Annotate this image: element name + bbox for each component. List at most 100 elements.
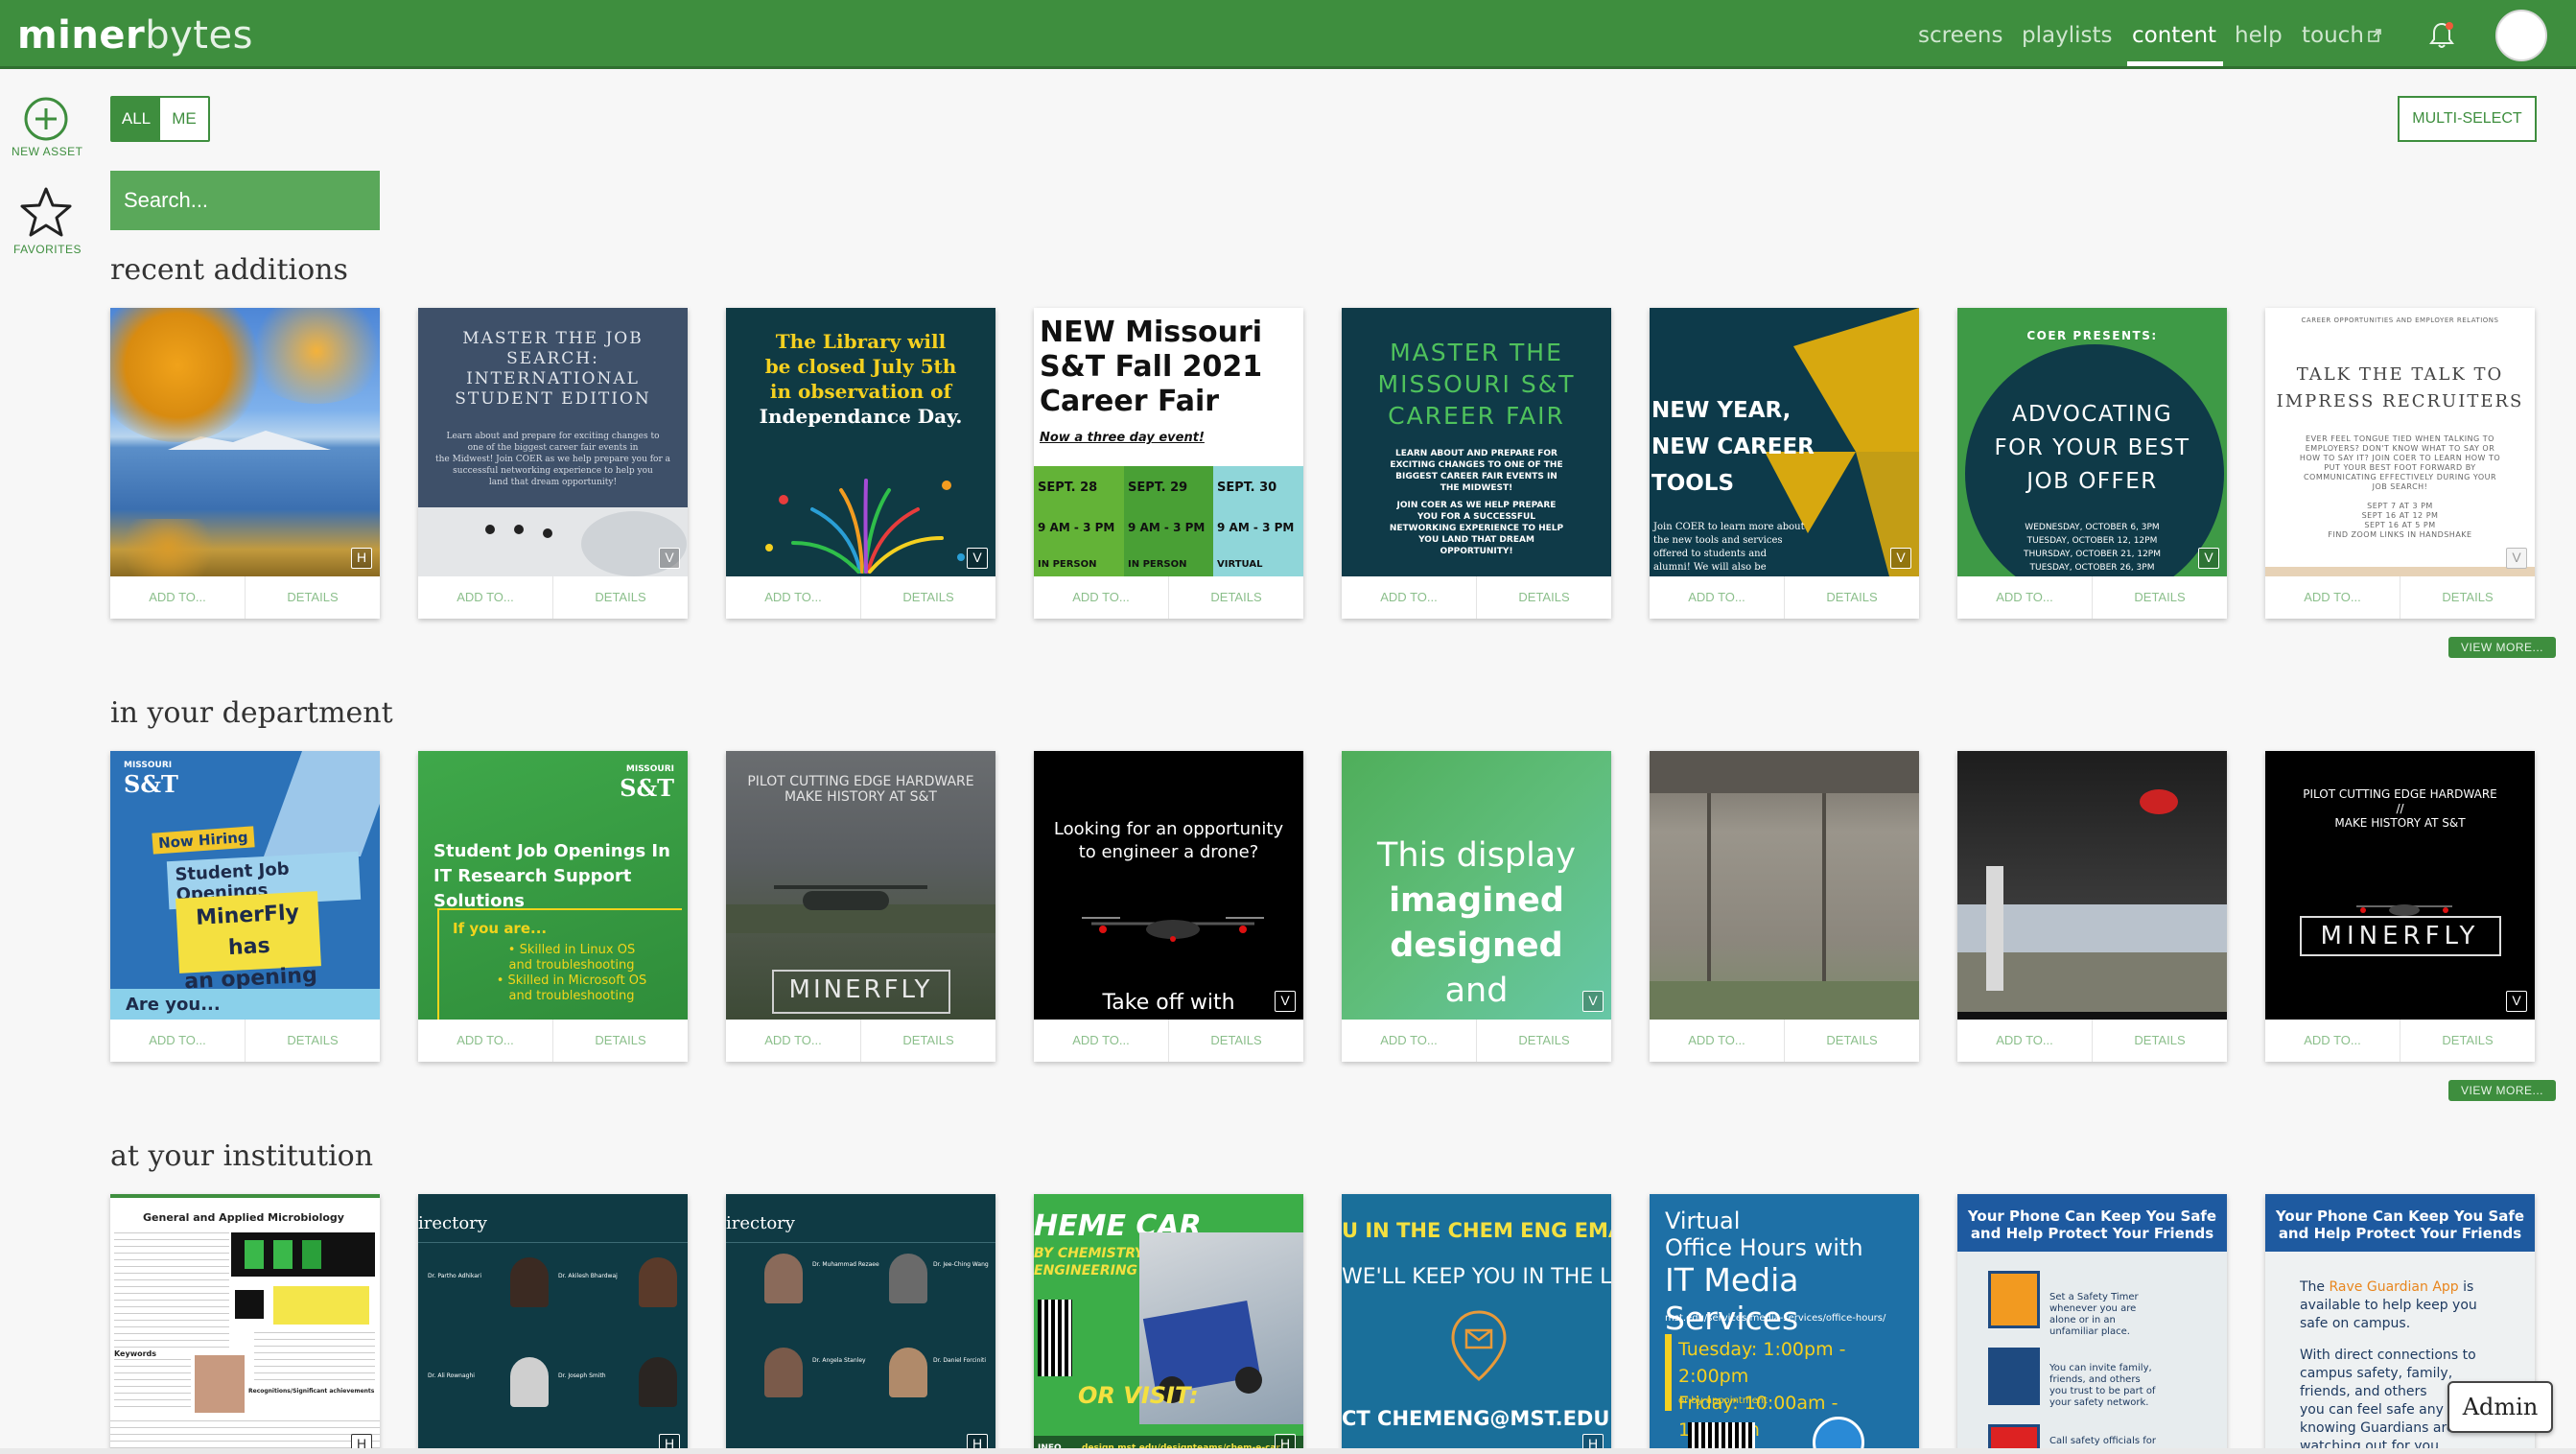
asset-thumbnail[interactable]: H [110, 308, 380, 576]
new-asset-label[interactable]: NEW ASSET [12, 145, 83, 158]
multi-select-button[interactable]: MULTI-SELECT [2398, 96, 2537, 142]
nav-help[interactable]: help [2235, 23, 2283, 48]
asset-card[interactable]: irectory Dr. Muhammad Rezaee Dr. Jee-Chi… [726, 1194, 995, 1454]
asset-thumbnail[interactable]: MASTER THE MISSOURI S&T CAREER FAIR LEAR… [1342, 308, 1611, 576]
user-avatar[interactable] [2495, 10, 2547, 61]
details-button[interactable]: DETAILS [2093, 1020, 2227, 1062]
add-to-button[interactable]: ADD TO... [418, 1020, 553, 1062]
asset-card[interactable]: Virtual Office Hours with IT Media Servi… [1650, 1194, 1919, 1454]
add-to-button[interactable]: ADD TO... [1650, 576, 1785, 619]
asset-card[interactable]: COER PRESENTS: ADVOCATING FOR YOUR BEST … [1957, 308, 2227, 619]
asset-thumbnail[interactable]: MISSOURI S&T Now Hiring Student Job Open… [110, 751, 380, 1020]
details-button[interactable]: DETAILS [861, 1020, 995, 1062]
asset-card[interactable]: H ADD TO... DETAILS [110, 308, 380, 619]
nav-touch[interactable]: touch [2302, 23, 2381, 48]
notification-bell-icon[interactable] [2428, 21, 2455, 50]
details-button[interactable]: DETAILS [2400, 576, 2535, 619]
asset-card[interactable]: MASTER THE MISSOURI S&T CAREER FAIR LEAR… [1342, 308, 1611, 619]
details-button[interactable]: DETAILS [1785, 576, 1919, 619]
app-logo[interactable]: minerbytes [17, 13, 253, 58]
asset-card[interactable]: NEW YEAR, NEW CAREER TOOLS Join COER to … [1650, 308, 1919, 619]
asset-thumbnail[interactable]: CAREER OPPORTUNITIES AND EMPLOYER RELATI… [2265, 308, 2535, 576]
asset-card[interactable]: ADD TO... DETAILS [1650, 751, 1919, 1062]
asset-thumbnail[interactable]: This display imagined designed and V [1342, 751, 1611, 1020]
details-button[interactable]: DETAILS [553, 576, 688, 619]
asset-thumbnail[interactable]: NEW Missouri S&T Fall 2021 Career Fair N… [1034, 308, 1303, 576]
search-input[interactable]: Search... [110, 171, 380, 230]
favorites-star-icon[interactable] [17, 184, 75, 242]
asset-card[interactable]: The Library will be closed July 5th in o… [726, 308, 995, 619]
nav-content[interactable]: content [2132, 23, 2216, 48]
details-button[interactable]: DETAILS [1477, 576, 1611, 619]
asset-card[interactable]: NEW Missouri S&T Fall 2021 Career Fair N… [1034, 308, 1303, 619]
details-button[interactable]: DETAILS [246, 576, 380, 619]
asset-thumbnail[interactable]: The Library will be closed July 5th in o… [726, 308, 995, 576]
asset-thumbnail[interactable]: irectory Dr. Partho Adhikari Dr. Akilesh… [418, 1194, 688, 1454]
add-to-button[interactable]: ADD TO... [726, 576, 861, 619]
thumb-text: the Midwest! Join COER as we help prepar… [434, 455, 671, 464]
asset-card[interactable]: U IN THE CHEM ENG EMAIL C WE'LL KEEP YOU… [1342, 1194, 1611, 1454]
asset-thumbnail[interactable]: MASTER THE JOB SEARCH: INTERNATIONAL STU… [418, 308, 688, 576]
asset-thumbnail[interactable]: Virtual Office Hours with IT Media Servi… [1650, 1194, 1919, 1454]
add-to-button[interactable]: ADD TO... [418, 576, 553, 619]
add-to-button[interactable]: ADD TO... [1034, 1020, 1169, 1062]
details-button[interactable]: DETAILS [1477, 1020, 1611, 1062]
asset-thumbnail[interactable]: PILOT CUTTING EDGE HARDWARE MAKE HISTORY… [726, 751, 995, 1020]
details-button[interactable]: DETAILS [1169, 1020, 1303, 1062]
asset-thumbnail[interactable]: MISSOURI S&T Student Job Openings In IT … [418, 751, 688, 1020]
details-button[interactable]: DETAILS [246, 1020, 380, 1062]
asset-card[interactable]: General and Applied Microbiology Keyword… [110, 1194, 380, 1454]
admin-button[interactable]: Admin [2447, 1381, 2553, 1433]
asset-card[interactable]: CAREER OPPORTUNITIES AND EMPLOYER RELATI… [2265, 308, 2535, 619]
asset-card[interactable]: HEME CAR BY CHEMISTRY ENGINEERING OR VIS… [1034, 1194, 1303, 1454]
asset-card[interactable]: MISSOURI S&T Now Hiring Student Job Open… [110, 751, 380, 1062]
asset-card[interactable]: ADD TO... DETAILS [1957, 751, 2227, 1062]
filter-all-button[interactable]: ALL [112, 98, 160, 140]
asset-card[interactable]: This display imagined designed and V ADD… [1342, 751, 1611, 1062]
asset-card[interactable]: MISSOURI S&T Student Job Openings In IT … [418, 751, 688, 1062]
thumb-text: BIGGEST CAREER FAIR EVENTS IN [1395, 472, 1557, 481]
add-to-button[interactable]: ADD TO... [726, 1020, 861, 1062]
asset-thumbnail[interactable]: U IN THE CHEM ENG EMAIL C WE'LL KEEP YOU… [1342, 1194, 1611, 1454]
add-to-button[interactable]: ADD TO... [2265, 576, 2400, 619]
details-button[interactable]: DETAILS [861, 576, 995, 619]
asset-card[interactable]: irectory Dr. Partho Adhikari Dr. Akilesh… [418, 1194, 688, 1454]
details-button[interactable]: DETAILS [2093, 576, 2227, 619]
asset-thumbnail[interactable]: Your Phone Can Keep You Safe and Help Pr… [1957, 1194, 2227, 1454]
asset-thumbnail[interactable] [1957, 751, 2227, 1020]
details-button[interactable]: DETAILS [1785, 1020, 1919, 1062]
asset-card[interactable]: Looking for an opportunity to engineer a… [1034, 751, 1303, 1062]
asset-thumbnail[interactable]: PILOT CUTTING EDGE HARDWARE // MAKE HIST… [2265, 751, 2535, 1020]
details-button[interactable]: DETAILS [2400, 1020, 2535, 1062]
asset-card[interactable]: MASTER THE JOB SEARCH: INTERNATIONAL STU… [418, 308, 688, 619]
add-to-button[interactable]: ADD TO... [1342, 576, 1477, 619]
asset-thumbnail[interactable] [1650, 751, 1919, 1020]
asset-thumbnail[interactable]: General and Applied Microbiology Keyword… [110, 1194, 380, 1454]
asset-thumbnail[interactable]: Looking for an opportunity to engineer a… [1034, 751, 1303, 1020]
nav-playlists[interactable]: playlists [2022, 23, 2112, 48]
asset-card[interactable]: PILOT CUTTING EDGE HARDWARE // MAKE HIST… [2265, 751, 2535, 1062]
nav-screens[interactable]: screens [1918, 23, 2002, 48]
add-to-button[interactable]: ADD TO... [1957, 1020, 2093, 1062]
details-button[interactable]: DETAILS [1169, 576, 1303, 619]
add-to-button[interactable]: ADD TO... [1342, 1020, 1477, 1062]
details-button[interactable]: DETAILS [553, 1020, 688, 1062]
asset-thumbnail[interactable]: NEW YEAR, NEW CAREER TOOLS Join COER to … [1650, 308, 1919, 576]
asset-card[interactable]: PILOT CUTTING EDGE HARDWARE MAKE HISTORY… [726, 751, 995, 1062]
add-to-button[interactable]: ADD TO... [1957, 576, 2093, 619]
asset-thumbnail[interactable]: COER PRESENTS: ADVOCATING FOR YOUR BEST … [1957, 308, 2227, 576]
asset-thumbnail[interactable]: irectory Dr. Muhammad Rezaee Dr. Jee-Chi… [726, 1194, 995, 1454]
add-to-button[interactable]: ADD TO... [110, 1020, 246, 1062]
view-more-button-recent[interactable]: VIEW MORE... [2448, 637, 2556, 658]
view-more-button-department[interactable]: VIEW MORE... [2448, 1080, 2556, 1101]
add-to-button[interactable]: ADD TO... [1650, 1020, 1785, 1062]
new-asset-icon[interactable] [23, 96, 69, 142]
asset-card[interactable]: Your Phone Can Keep You Safe and Help Pr… [1957, 1194, 2227, 1454]
asset-thumbnail[interactable]: HEME CAR BY CHEMISTRY ENGINEERING OR VIS… [1034, 1194, 1303, 1454]
thumb-text: MASTER THE [1390, 339, 1563, 366]
favorites-label[interactable]: FAVORITES [13, 243, 82, 256]
filter-me-button[interactable]: ME [160, 98, 208, 140]
add-to-button[interactable]: ADD TO... [110, 576, 246, 619]
add-to-button[interactable]: ADD TO... [1034, 576, 1169, 619]
add-to-button[interactable]: ADD TO... [2265, 1020, 2400, 1062]
